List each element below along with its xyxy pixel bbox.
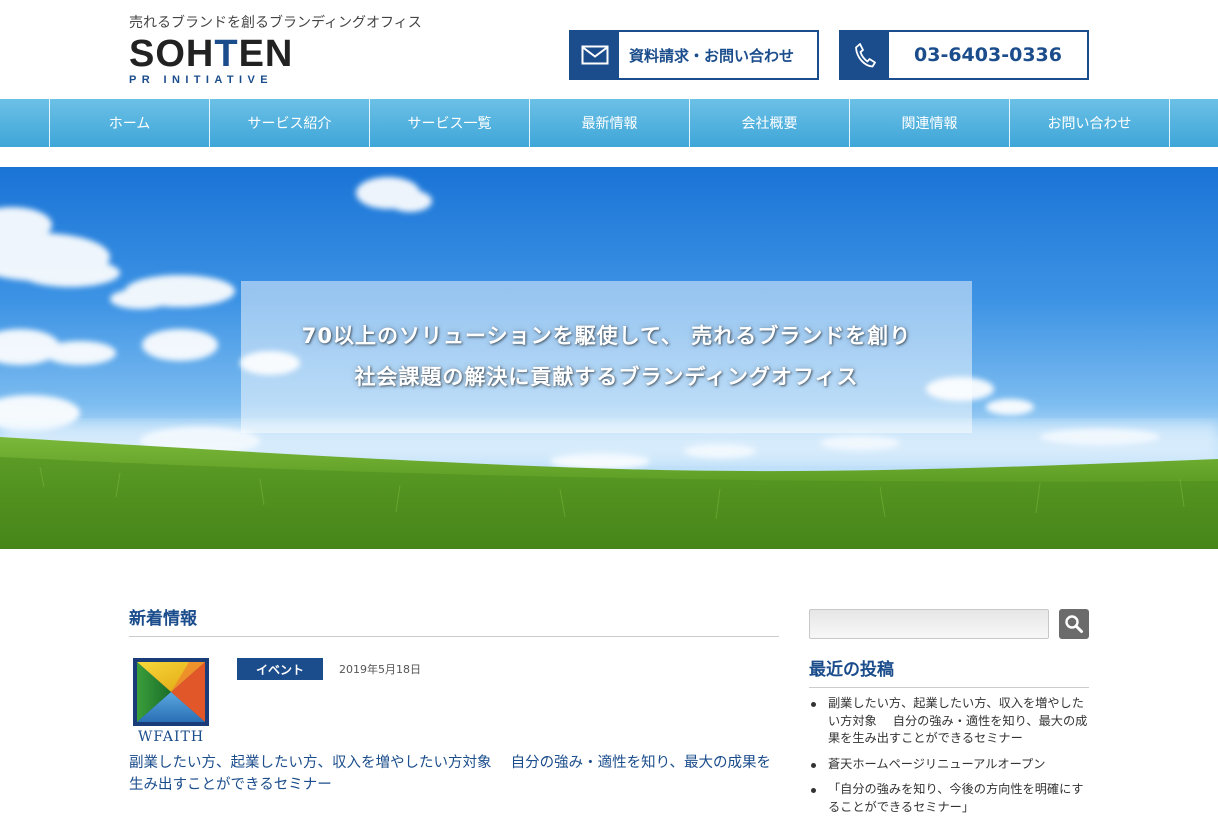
nav-item-home[interactable]: ホーム [50,99,210,147]
post-title-link[interactable]: 副業したい方、起業したい方、収入を増やしたい方対象 自分の強み・適性を知り、最大… [129,752,779,796]
post-thumbnail[interactable]: WFAITH [129,656,213,746]
main-nav: ホーム サービス紹介 サービス一覧 最新情報 会社概要 関連情報 お問い合わせ [0,99,1218,147]
wfaith-logo-icon [133,658,209,726]
nav-item-related[interactable]: 関連情報 [850,99,1010,147]
post-category-badge[interactable]: イベント [237,658,323,680]
recent-post-link[interactable]: 副業したい方、起業したい方、収入を増やしたい方対象 自分の強み・適性を知り、最大… [809,695,1089,748]
hero-banner: 70以上のソリューションを駆使して、 売れるブランドを創り 社会課題の解決に貢献… [0,167,1218,549]
post-thumbnail-text: WFAITH [137,729,205,745]
hero-message-box: 70以上のソリューションを駆使して、 売れるブランドを創り 社会課題の解決に貢献… [241,281,972,433]
nav-label: サービス紹介 [247,116,332,132]
post-date: 2019年5月18日 [339,663,421,676]
search-button[interactable] [1059,609,1089,639]
logo-subtitle: PR INITIATIVE [129,74,273,86]
nav-label: サービス一覧 [407,116,492,132]
logo-part-c: EN [238,33,294,75]
site-tagline: 売れるブランドを創るブランディングオフィス [129,15,422,31]
recent-post-link[interactable]: 「自分の強みを知り、今後の方向性を明確にすることができるセミナー」 [809,781,1089,816]
hero-line-1: 70以上のソリューションを駆使して、 売れるブランドを創り [301,324,912,348]
nav-label: ホーム [108,116,151,132]
recent-posts-title: 最近の投稿 [809,660,894,680]
nav-label: 最新情報 [581,116,638,132]
phone-number: 03-6403-0336 [914,44,1062,66]
mail-icon [571,32,619,78]
nav-item-services[interactable]: サービス紹介 [210,99,370,147]
recent-posts-divider [809,687,1089,688]
nav-item-news[interactable]: 最新情報 [530,99,690,147]
site-header: 売れるブランドを創るブランディングオフィス SOHTEN PR INITIATI… [0,0,1218,99]
main-nav-list: ホーム サービス紹介 サービス一覧 最新情報 会社概要 関連情報 お問い合わせ [49,99,1170,147]
nav-label: お問い合わせ [1047,116,1132,132]
contact-request-label: 資料請求・お問い合わせ [629,46,795,65]
recent-post-link[interactable]: 蒼天ホームページリニューアルオープン [809,756,1089,774]
phone-icon [841,32,889,78]
logo-part-a: SOH [129,33,215,75]
search-icon [1065,615,1083,633]
nav-item-service-list[interactable]: サービス一覧 [370,99,530,147]
nav-label: 会社概要 [741,116,798,132]
logo-part-b: T [214,33,239,75]
phone-button[interactable]: 03-6403-0336 [839,30,1089,80]
nav-label: 関連情報 [901,116,958,132]
search-input[interactable] [809,609,1049,639]
recent-posts-list: 副業したい方、起業したい方、収入を増やしたい方対象 自分の強み・適性を知り、最大… [809,695,1089,824]
nav-item-company[interactable]: 会社概要 [690,99,850,147]
site-logo[interactable]: SOHTEN PR INITIATIVE [129,33,294,86]
logo-wordmark: SOHTEN [129,33,294,75]
contact-request-button[interactable]: 資料請求・お問い合わせ [569,30,819,80]
nav-item-contact[interactable]: お問い合わせ [1010,99,1170,147]
news-section-title: 新着情報 [129,609,197,629]
news-divider [129,636,779,637]
hero-line-2: 社会課題の解決に貢献するブランディングオフィス [354,365,859,389]
